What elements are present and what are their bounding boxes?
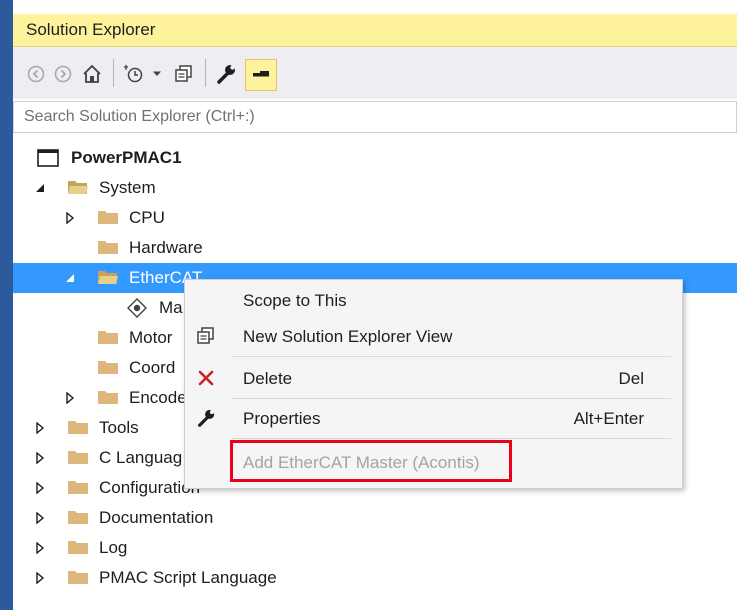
- menu-separator: [231, 356, 671, 357]
- history-icon[interactable]: [121, 59, 147, 89]
- collapse-arrow-icon[interactable]: [63, 271, 77, 285]
- expand-arrow-icon[interactable]: [63, 211, 77, 225]
- tree-label: Coord: [129, 358, 176, 377]
- folder-icon: [67, 418, 89, 438]
- collapse-arrow-icon[interactable]: [33, 181, 47, 195]
- folder-open-icon: [67, 178, 89, 198]
- menu-separator: [231, 438, 671, 439]
- menu-separator: [231, 398, 671, 399]
- tree-label: Motor: [129, 328, 173, 347]
- sync-icon[interactable]: [172, 59, 196, 89]
- menu-item-scope-to-this[interactable]: Scope to This: [185, 282, 682, 318]
- back-icon[interactable]: [25, 59, 47, 89]
- folder-icon: [67, 538, 89, 558]
- toolbar-separator: [113, 59, 114, 87]
- expand-arrow-icon[interactable]: [33, 571, 47, 585]
- expand-arrow-icon[interactable]: [33, 541, 47, 555]
- tree-label: Hardware: [129, 238, 203, 257]
- search-box[interactable]: [13, 101, 737, 133]
- menu-item-shortcut: Del: [618, 369, 644, 388]
- delete-icon: [195, 367, 217, 389]
- menu-item-new-solution-explorer-view[interactable]: New Solution Explorer View: [185, 318, 682, 354]
- tree-label: Ma: [159, 298, 183, 317]
- folder-icon: [97, 238, 119, 258]
- tree-item-system[interactable]: System: [13, 173, 737, 203]
- expand-arrow-icon[interactable]: [33, 511, 47, 525]
- menu-item-label: Scope to This: [243, 291, 347, 310]
- tree-label: Log: [99, 538, 128, 557]
- folder-icon: [67, 478, 89, 498]
- folder-icon: [97, 388, 119, 408]
- folder-icon: [97, 358, 119, 378]
- menu-item-label: Delete: [243, 369, 293, 388]
- window-frame: [0, 0, 13, 610]
- tree-root[interactable]: PowerPMAC1: [13, 143, 737, 173]
- tree-label: Documentation: [99, 508, 214, 527]
- tree-item-log[interactable]: Log: [13, 533, 737, 563]
- folder-icon: [67, 508, 89, 528]
- menu-item-label: New Solution Explorer View: [243, 327, 453, 346]
- panel-title: Solution Explorer: [26, 20, 156, 39]
- dropdown-icon[interactable]: [150, 59, 164, 89]
- preview-icon[interactable]: [245, 59, 277, 91]
- tree-item-documentation[interactable]: Documentation: [13, 503, 737, 533]
- forward-icon[interactable]: [52, 59, 74, 89]
- tree-label: PMAC Script Language: [99, 568, 277, 587]
- menu-item-delete[interactable]: Delete Del: [185, 360, 682, 396]
- home-icon[interactable]: [79, 59, 105, 89]
- tree-item-pmac-script-language[interactable]: PMAC Script Language: [13, 563, 737, 593]
- folder-icon: [97, 328, 119, 348]
- master-device-icon: [127, 298, 149, 318]
- expand-arrow-icon[interactable]: [63, 391, 77, 405]
- new-view-icon: [195, 325, 217, 347]
- menu-item-shortcut: Alt+Enter: [573, 409, 644, 428]
- highlight-annotation: [230, 440, 512, 482]
- menu-item-properties[interactable]: Properties Alt+Enter: [185, 400, 682, 436]
- expand-arrow-icon[interactable]: [33, 421, 47, 435]
- expand-arrow-icon[interactable]: [33, 481, 47, 495]
- tree-label: Tools: [99, 418, 139, 437]
- tree-item-hardware[interactable]: Hardware: [13, 233, 737, 263]
- folder-icon: [67, 448, 89, 468]
- tree-item-cpu[interactable]: CPU: [13, 203, 737, 233]
- toolbar-separator: [205, 59, 206, 87]
- folder-icon: [97, 208, 119, 228]
- folder-open-icon: [97, 268, 119, 288]
- panel-title-bar[interactable]: Solution Explorer: [13, 14, 737, 47]
- toolbar: [13, 47, 737, 99]
- menu-item-label: Properties: [243, 409, 321, 428]
- tree-label: Encode: [129, 388, 187, 407]
- tree-label: PowerPMAC1: [71, 148, 182, 167]
- folder-icon: [67, 568, 89, 588]
- expand-arrow-icon[interactable]: [33, 451, 47, 465]
- tree-label: System: [99, 178, 156, 197]
- tree-label: C Languag: [99, 448, 183, 467]
- solution-icon: [37, 148, 59, 168]
- tree-label: CPU: [129, 208, 165, 227]
- wrench-icon: [195, 407, 217, 429]
- search-input[interactable]: [14, 102, 736, 132]
- properties-icon[interactable]: [213, 59, 239, 89]
